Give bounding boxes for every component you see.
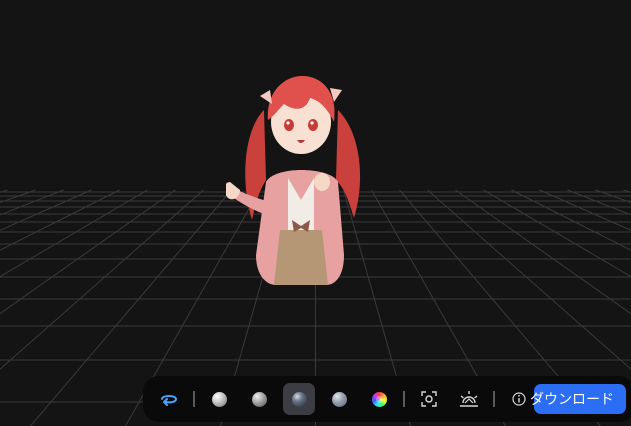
grid-line bbox=[0, 189, 8, 193]
white-material-button[interactable] bbox=[203, 383, 235, 415]
white-material-sphere-icon bbox=[211, 391, 227, 407]
download-button-label: ダウンロード bbox=[530, 392, 614, 408]
focus-frame-icon bbox=[421, 391, 437, 407]
download-button[interactable]: ダウンロード bbox=[530, 384, 626, 414]
focus-frame-button[interactable] bbox=[413, 383, 445, 415]
gray-material-button[interactable] bbox=[243, 383, 275, 415]
normal-color-sphere-icon bbox=[371, 391, 387, 407]
character-model[interactable] bbox=[226, 70, 376, 288]
viewer-toolbar: ダウンロード bbox=[143, 376, 631, 422]
rotate-icon bbox=[161, 395, 178, 406]
matcap-material-button[interactable] bbox=[323, 383, 355, 415]
lighting-button[interactable] bbox=[453, 383, 485, 415]
toolbar-separator bbox=[493, 391, 495, 407]
gray-material-sphere-icon bbox=[251, 391, 267, 407]
toolbar-separator bbox=[403, 391, 405, 407]
grid-line bbox=[0, 189, 120, 251]
lighting-icon bbox=[460, 391, 478, 407]
grid-line bbox=[0, 189, 64, 216]
info-icon bbox=[512, 392, 526, 406]
normal-color-button[interactable] bbox=[363, 383, 395, 415]
3d-viewport[interactable] bbox=[0, 0, 631, 426]
matcap-sphere-icon bbox=[331, 391, 347, 407]
dark-glossy-material-button[interactable] bbox=[283, 383, 315, 415]
grid-line bbox=[0, 189, 36, 204]
dark-glossy-material-sphere-icon bbox=[291, 391, 307, 407]
rotate-button[interactable] bbox=[153, 383, 185, 415]
grid-line bbox=[0, 189, 92, 231]
toolbar-separator bbox=[193, 391, 195, 407]
